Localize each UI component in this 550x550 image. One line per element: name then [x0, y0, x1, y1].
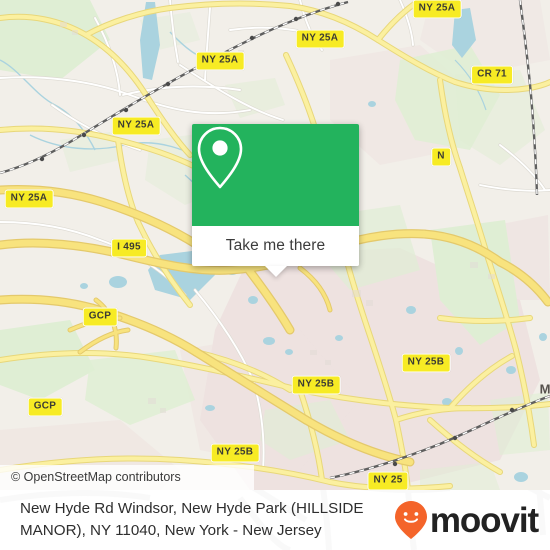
moovit-smiley-pin-icon: [394, 501, 427, 539]
map-shield: NY 25B: [291, 375, 341, 395]
map-shield: NY 25A: [295, 29, 345, 49]
map-shield: NY 25B: [210, 443, 260, 463]
map-shield: NY 25A: [195, 51, 245, 71]
popup-pointer-tail: [264, 266, 287, 277]
map-pin-icon: [197, 126, 243, 189]
map-canvas[interactable]: .park { fill:#dfeed4; } .parkd { fill:#c…: [0, 0, 550, 490]
footer-bar: New Hyde Rd Windsor, New Hyde Park (HILL…: [0, 490, 550, 550]
map-shield: NY 25B: [401, 353, 451, 373]
map-shield: CR 71: [471, 65, 513, 85]
take-me-there-button[interactable]: Take me there: [192, 226, 359, 266]
map-shield: GCP: [27, 397, 63, 417]
map-shield: I 495: [111, 238, 147, 258]
map-shield: NY 25A: [412, 0, 462, 19]
map-shield: GCP: [82, 307, 118, 327]
location-popup[interactable]: Take me there: [192, 124, 359, 277]
footer-content: New Hyde Rd Windsor, New Hyde Park (HILL…: [0, 490, 550, 550]
moovit-brand[interactable]: moovit: [393, 500, 539, 540]
popup-image-panel: [192, 124, 359, 226]
map-edge-label: M: [539, 381, 550, 397]
map-shield: NY 25: [367, 471, 409, 490]
map-attribution[interactable]: © OpenStreetMap contributors: [0, 465, 254, 490]
moovit-wordmark: moovit: [429, 500, 539, 540]
map-shield: NY 25A: [111, 116, 161, 136]
take-me-there-label: Take me there: [225, 237, 326, 254]
map-screenshot: .park { fill:#dfeed4; } .parkd { fill:#c…: [0, 0, 550, 550]
location-title: New Hyde Rd Windsor, New Hyde Park (HILL…: [20, 500, 364, 539]
map-shield: N: [431, 147, 451, 167]
map-shield: NY 25A: [4, 189, 54, 209]
